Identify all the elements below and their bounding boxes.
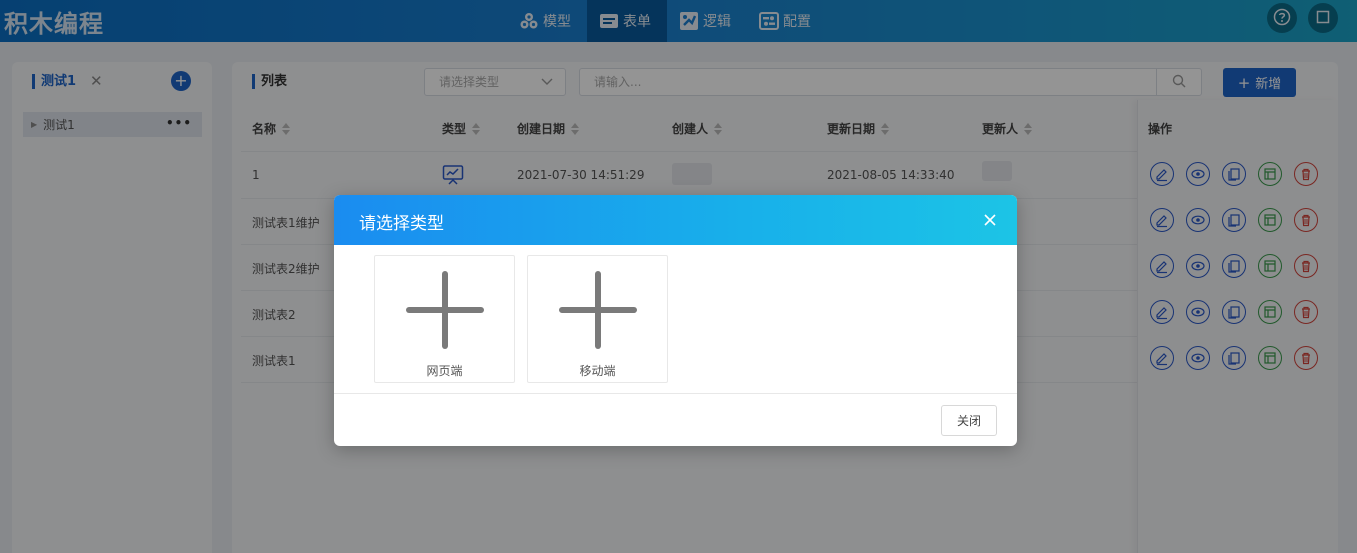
close-button[interactable]: 关闭: [941, 405, 997, 436]
modal-footer: 关闭: [334, 393, 1017, 446]
select-type-modal: 请选择类型 网页端 移动端 关闭: [334, 195, 1017, 446]
type-option-label: 移动端: [579, 364, 616, 378]
modal-header: 请选择类型: [334, 195, 1017, 245]
plus-icon: [559, 271, 637, 349]
plus-icon: [406, 271, 484, 349]
modal-title: 请选择类型: [359, 214, 444, 234]
type-option-mobile[interactable]: 移动端: [527, 255, 668, 383]
type-option-web[interactable]: 网页端: [374, 255, 515, 383]
type-option-label: 网页端: [426, 364, 463, 378]
close-icon[interactable]: [983, 213, 997, 227]
